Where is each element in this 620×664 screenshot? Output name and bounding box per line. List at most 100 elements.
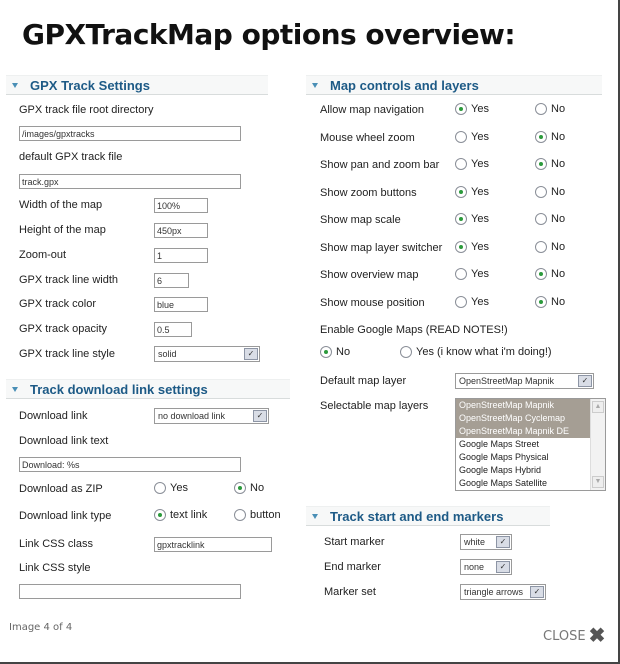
default-layer-select[interactable]: OpenStreetMap Mapnik ✓ xyxy=(455,373,594,389)
line-width-input[interactable]: 6 xyxy=(154,273,189,288)
map-control-yes-radio[interactable]: Yes xyxy=(455,131,489,143)
link-type-label: Download link type xyxy=(19,510,112,522)
radio-label: No xyxy=(551,158,566,170)
map-control-yes-radio[interactable]: Yes xyxy=(455,213,489,225)
chevron-down-icon: ✓ xyxy=(496,561,510,573)
layer-option[interactable]: OpenStreetMap Mapnik xyxy=(456,399,590,412)
map-control-label: Show overview map xyxy=(320,269,419,281)
type-text-link-radio[interactable]: text link xyxy=(154,509,207,521)
radio-label: Yes xyxy=(471,103,489,115)
radio-circle xyxy=(535,158,547,170)
color-label: GPX track color xyxy=(19,298,97,310)
close-button[interactable]: CLOSE ✖ xyxy=(543,626,605,646)
map-control-yes-radio[interactable]: Yes xyxy=(455,158,489,170)
map-control-yes-radio[interactable]: Yes xyxy=(455,268,489,280)
map-control-no-radio[interactable]: No xyxy=(535,131,565,143)
radio-label: No xyxy=(551,296,566,308)
height-input[interactable]: 450px xyxy=(154,223,208,238)
radio-circle xyxy=(455,296,467,308)
map-control-yes-radio[interactable]: Yes xyxy=(455,296,489,308)
layer-option[interactable]: OpenStreetMap Mapnik DE xyxy=(456,425,590,438)
opacity-input[interactable]: 0.5 xyxy=(154,322,192,337)
zip-no-radio[interactable]: No xyxy=(234,482,264,494)
type-button-radio[interactable]: button xyxy=(234,509,281,521)
radio-circle xyxy=(455,186,467,198)
radio-circle xyxy=(455,131,467,143)
section-map-controls[interactable]: Map controls and layers xyxy=(306,75,602,95)
scroll-down-icon[interactable]: ▼ xyxy=(592,476,604,488)
chevron-down-icon: ✓ xyxy=(496,536,510,548)
section-download-settings[interactable]: Track download link settings xyxy=(6,379,290,399)
selectable-layers-listbox[interactable]: ▲ ▼ OpenStreetMap Mapnik OpenStreetMap Cyc… xyxy=(455,398,606,491)
map-control-no-radio[interactable]: No xyxy=(535,241,565,253)
layer-option[interactable]: Google Maps Hybrid xyxy=(456,464,590,477)
map-control-no-radio[interactable]: No xyxy=(535,103,565,115)
map-control-yes-radio[interactable]: Yes xyxy=(455,241,489,253)
root-dir-input[interactable]: /images/gpxtracks xyxy=(19,126,241,141)
radio-label: Yes (i know what i'm doing!) xyxy=(416,346,552,358)
radio-circle xyxy=(234,482,246,494)
map-control-no-radio[interactable]: No xyxy=(535,213,565,225)
layer-option[interactable]: Google Maps Street xyxy=(456,438,590,451)
line-style-select[interactable]: solid ✓ xyxy=(154,346,260,362)
radio-label: No xyxy=(551,268,566,280)
close-label: CLOSE xyxy=(543,628,586,644)
start-marker-select[interactable]: white ✓ xyxy=(460,534,512,550)
radio-circle xyxy=(535,268,547,280)
section-title: Map controls and layers xyxy=(330,78,479,93)
radio-circle xyxy=(535,241,547,253)
end-marker-select[interactable]: none ✓ xyxy=(460,559,512,575)
map-control-yes-radio[interactable]: Yes xyxy=(455,186,489,198)
marker-set-select[interactable]: triangle arrows ✓ xyxy=(460,584,546,600)
radio-circle xyxy=(154,509,166,521)
zip-yes-radio[interactable]: Yes xyxy=(154,482,188,494)
map-control-no-radio[interactable]: No xyxy=(535,158,565,170)
selected-value: none xyxy=(464,562,485,572)
selected-value: no download link xyxy=(158,411,226,421)
marker-set-label: Marker set xyxy=(324,586,376,598)
map-control-yes-radio[interactable]: Yes xyxy=(455,103,489,115)
map-control-label: Show mouse position xyxy=(320,297,425,309)
radio-circle xyxy=(320,346,332,358)
section-markers[interactable]: Track start and end markers xyxy=(306,506,550,526)
collapse-triangle-icon xyxy=(12,83,18,88)
zoomout-label: Zoom-out xyxy=(19,249,67,261)
layer-option[interactable]: OpenStreetMap Cyclemap xyxy=(456,412,590,425)
radio-label: Yes xyxy=(471,241,489,253)
section-gpx-track-settings[interactable]: GPX Track Settings xyxy=(6,75,268,95)
download-link-select[interactable]: no download link ✓ xyxy=(154,408,269,424)
radio-label: No xyxy=(551,241,566,253)
map-control-label: Mouse wheel zoom xyxy=(320,132,415,144)
selectable-layers-label: Selectable map layers xyxy=(320,400,429,412)
map-control-no-radio[interactable]: No xyxy=(535,296,565,308)
map-control-label: Show map layer switcher xyxy=(320,242,443,254)
radio-label: Yes xyxy=(471,213,489,225)
scrollbar[interactable]: ▲ ▼ xyxy=(590,399,605,490)
page-title: GPXTrackMap options overview: xyxy=(22,18,516,51)
download-text-input[interactable]: Download: %s xyxy=(19,457,241,472)
map-control-no-radio[interactable]: No xyxy=(535,268,565,280)
default-file-input[interactable]: track.gpx xyxy=(19,174,241,189)
css-style-input[interactable] xyxy=(19,584,241,599)
chevron-down-icon: ✓ xyxy=(578,375,592,387)
radio-label: Yes xyxy=(471,158,489,170)
radio-label: No xyxy=(551,213,566,225)
google-maps-label: Enable Google Maps (READ NOTES!) xyxy=(320,324,508,336)
layer-option[interactable]: Google Maps Satellite xyxy=(456,477,590,490)
section-title: Track download link settings xyxy=(30,382,208,397)
css-class-input[interactable]: gpxtracklink xyxy=(154,537,272,552)
layer-option[interactable]: Google Maps Physical xyxy=(456,451,590,464)
google-no-radio[interactable]: No xyxy=(320,346,350,358)
section-title: Track start and end markers xyxy=(330,509,504,524)
radio-circle xyxy=(535,296,547,308)
opacity-label: GPX track opacity xyxy=(19,323,108,335)
selected-value: triangle arrows xyxy=(464,587,524,597)
zoomout-input[interactable]: 1 xyxy=(154,248,208,263)
radio-circle xyxy=(400,346,412,358)
map-control-no-radio[interactable]: No xyxy=(535,186,565,198)
scroll-up-icon[interactable]: ▲ xyxy=(592,401,604,413)
google-yes-radio[interactable]: Yes (i know what i'm doing!) xyxy=(400,346,552,358)
width-input[interactable]: 100% xyxy=(154,198,208,213)
radio-label: No xyxy=(250,482,265,494)
color-input[interactable]: blue xyxy=(154,297,208,312)
